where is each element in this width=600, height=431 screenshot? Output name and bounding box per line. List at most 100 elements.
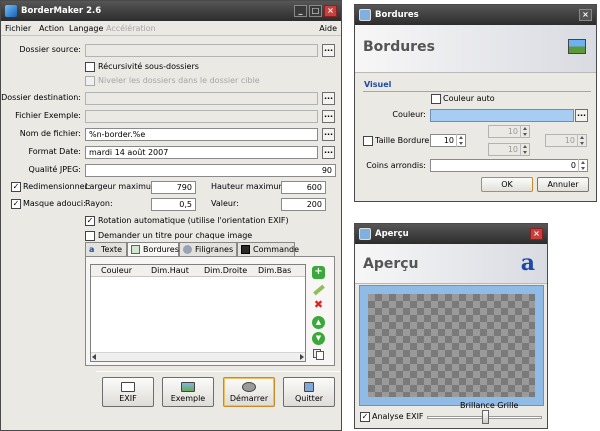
example-file-browse-button[interactable]: ... (322, 110, 335, 123)
auto-rotation-checkbox[interactable]: ✓ (85, 216, 95, 226)
exif-analysis-checkbox[interactable]: ✓ (360, 412, 370, 422)
edit-icon[interactable] (312, 283, 325, 296)
example-button[interactable]: Exemple (162, 377, 214, 407)
example-file-label: Fichier Exemple: (15, 111, 81, 120)
column-dim-droite[interactable]: Dim.Droite (204, 265, 247, 277)
borders-table-header: Couleur Dim.Haut Dim.Droite Dim.Bas (91, 265, 305, 277)
cancel-button[interactable]: Annuler (537, 177, 589, 192)
delete-icon[interactable]: ✖ (312, 299, 325, 312)
exif-button[interactable]: EXIF (102, 377, 154, 407)
menu-fichier[interactable]: Fichier (5, 23, 31, 35)
rounded-corners-input[interactable]: 0 (430, 159, 588, 172)
horizontal-scrollbar[interactable] (91, 352, 305, 361)
move-down-icon[interactable]: ▼ (312, 332, 325, 345)
dest-input[interactable] (85, 92, 318, 105)
source-label: Dossier source: (19, 45, 81, 54)
dest-browse-button[interactable]: ... (322, 92, 335, 105)
copy-icon[interactable] (312, 348, 325, 361)
pencil-shape (313, 284, 325, 296)
start-button[interactable]: Démarrer (223, 377, 275, 407)
ok-button[interactable]: OK (481, 177, 533, 192)
ask-title-label: Demander un titre pour chaque image (98, 231, 253, 240)
filename-options-button[interactable]: ... (322, 128, 335, 141)
borders-header-title: Bordures (363, 39, 435, 55)
border-size-spinner[interactable] (456, 134, 465, 147)
rounded-corners-spinner[interactable] (578, 159, 587, 172)
border-size-checkbox[interactable] (363, 136, 373, 146)
date-format-input[interactable]: mardi 14 août 2007 (85, 146, 318, 159)
radius-input[interactable]: 0,5 (151, 198, 196, 211)
color-picker-button[interactable]: ... (575, 109, 588, 122)
resize-checkbox[interactable]: ✓ (11, 182, 21, 192)
max-height-label: Hauteur maximum: (211, 182, 289, 191)
unsharp-mask-checkbox[interactable]: ✓ (11, 199, 21, 209)
auto-rotation-label: Rotation automatique (utilise l'orientat… (98, 216, 289, 225)
source-browse-button[interactable]: ... (322, 44, 335, 57)
menu-bar: Fichier Action Langage Accélération Aide (1, 21, 341, 36)
max-height-input[interactable]: 600 (281, 181, 326, 194)
recursive-label: Récursivité sous-dossiers (98, 62, 199, 71)
borders-table[interactable]: Couleur Dim.Haut Dim.Droite Dim.Bas (90, 264, 306, 362)
source-input[interactable] (85, 44, 318, 57)
scroll-right-arrow[interactable] (300, 354, 304, 360)
move-up-icon[interactable]: ▲ (312, 316, 325, 329)
door-exit-icon (304, 382, 314, 392)
recursive-checkbox[interactable] (85, 62, 95, 72)
tab-bordures[interactable]: Bordures (127, 242, 179, 257)
exif-icon (121, 382, 135, 392)
tab-filigranes-label: Filigranes (195, 245, 234, 254)
grid-brightness-label: Brillance Grille (460, 401, 519, 410)
date-format-label: Format Date: (28, 147, 81, 156)
menu-action[interactable]: Action (39, 23, 64, 35)
column-couleur[interactable]: Couleur (101, 265, 132, 277)
filename-input[interactable]: %n-border.%e (85, 128, 318, 141)
tab-commande[interactable]: Commande (237, 242, 299, 256)
borders-window: Bordures × Bordures Visuel Couleur auto … (354, 4, 597, 202)
jpeg-quality-input[interactable]: 90 (85, 164, 336, 177)
preview-window-icon (359, 228, 371, 240)
date-format-options-button[interactable]: ... (322, 146, 335, 159)
text-icon: a (89, 245, 95, 254)
add-icon[interactable]: + (312, 266, 325, 279)
tab-filigranes[interactable]: Filigranes (179, 242, 237, 256)
preview-header-title: Aperçu (363, 256, 419, 272)
column-dim-haut[interactable]: Dim.Haut (151, 265, 189, 277)
start-button-label: Démarrer (229, 394, 269, 403)
bordermaker-icon (5, 5, 17, 17)
gear-icon (242, 382, 256, 392)
border-bottom-spinner (520, 143, 529, 156)
column-dim-bas[interactable]: Dim.Bas (258, 265, 291, 277)
borders-icon (131, 245, 140, 254)
preview-titlebar[interactable]: Aperçu × (355, 224, 547, 244)
color-field[interactable] (430, 109, 574, 122)
max-width-input[interactable]: 790 (151, 181, 196, 194)
menu-aide[interactable]: Aide (319, 23, 337, 35)
preview-close-button[interactable]: × (530, 228, 543, 240)
maximize-button[interactable]: □ (309, 5, 322, 17)
copy-page-front (316, 351, 324, 360)
borders-titlebar[interactable]: Bordures × (355, 5, 596, 25)
preview-canvas (359, 285, 544, 406)
grid-brightness-slider[interactable] (481, 410, 489, 424)
auto-color-checkbox[interactable] (431, 94, 441, 104)
example-file-input[interactable] (85, 110, 318, 123)
main-titlebar[interactable]: BorderMaker 2.6 _ □ × (1, 1, 341, 21)
minimize-button[interactable]: _ (294, 5, 307, 17)
borders-window-icon (359, 9, 371, 21)
level-folders-label: Niveler les dossiers dans le dossier cib… (98, 76, 260, 85)
menu-langage[interactable]: Langage (69, 23, 103, 35)
max-width-label: Largeur maximum: (85, 182, 162, 191)
borders-close-button[interactable]: × (579, 9, 592, 21)
example-button-label: Exemple (170, 394, 206, 403)
main-window-title: BorderMaker 2.6 (21, 6, 102, 16)
tab-texte-label: Texte (101, 245, 123, 254)
unsharp-mask-label: Masque adouci: (23, 199, 86, 208)
menu-acceleration: Accélération (106, 24, 156, 33)
scroll-left-arrow[interactable] (92, 354, 96, 360)
tab-texte[interactable]: a Texte (85, 242, 127, 256)
close-button[interactable]: × (324, 5, 337, 17)
quit-button[interactable]: Quitter (283, 377, 335, 407)
radius-label: Rayon: (85, 199, 113, 208)
ask-title-checkbox[interactable] (85, 231, 95, 241)
mask-value-input[interactable]: 200 (281, 198, 326, 211)
